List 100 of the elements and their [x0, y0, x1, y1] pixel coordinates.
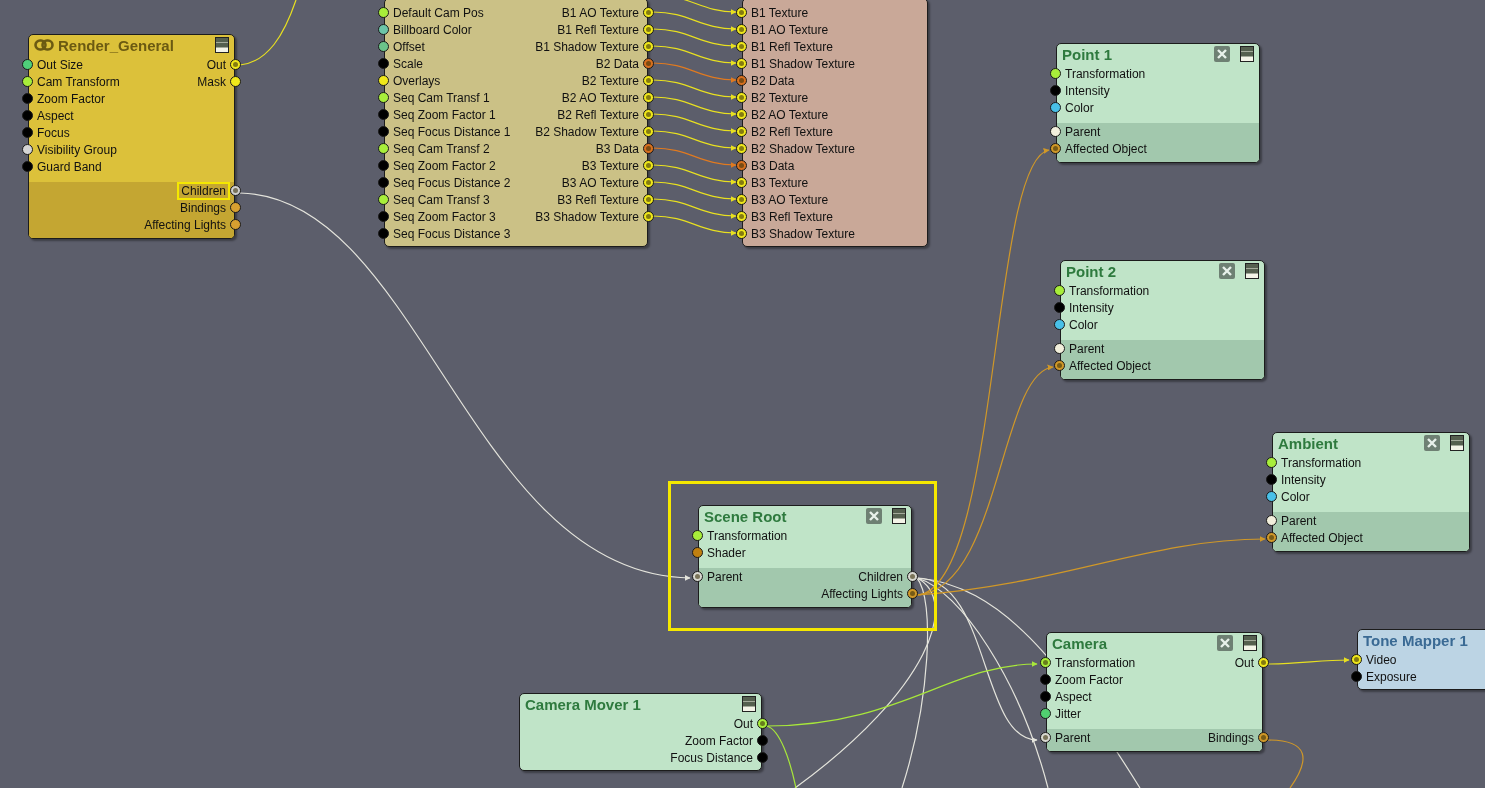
close-button[interactable] — [1424, 435, 1440, 451]
port-dot[interactable] — [22, 127, 33, 138]
port-dot[interactable] — [1050, 126, 1061, 137]
port-dot[interactable] — [643, 92, 654, 103]
port-dot[interactable] — [1266, 532, 1277, 543]
port-dot[interactable] — [1266, 515, 1277, 526]
port-dot[interactable] — [378, 211, 389, 222]
port-dot[interactable] — [643, 126, 654, 137]
port-dot[interactable] — [22, 93, 33, 104]
node-card[interactable] — [742, 0, 928, 247]
node-card[interactable] — [384, 0, 648, 247]
menu-icon[interactable] — [742, 696, 756, 712]
close-button[interactable] — [1219, 263, 1235, 279]
port-dot[interactable] — [643, 24, 654, 35]
port-dot[interactable] — [643, 58, 654, 69]
port-dot[interactable] — [230, 219, 241, 230]
close-button[interactable] — [1217, 635, 1233, 651]
port-dot[interactable] — [1266, 491, 1277, 502]
port-dot[interactable] — [907, 571, 918, 582]
port-dot[interactable] — [757, 735, 768, 746]
port-dot[interactable] — [378, 143, 389, 154]
port-dot[interactable] — [1050, 68, 1061, 79]
port-dot[interactable] — [22, 76, 33, 87]
port-dot[interactable] — [1054, 360, 1065, 371]
port-dot[interactable] — [230, 76, 241, 87]
port-dot[interactable] — [1040, 674, 1051, 685]
port-dot[interactable] — [378, 92, 389, 103]
port-dot[interactable] — [692, 547, 703, 558]
port-dot[interactable] — [22, 144, 33, 155]
node-card[interactable] — [1357, 629, 1485, 690]
port-dot[interactable] — [1054, 319, 1065, 330]
port-dot[interactable] — [643, 177, 654, 188]
port-dot[interactable] — [22, 161, 33, 172]
port-dot[interactable] — [692, 571, 703, 582]
close-button[interactable] — [866, 508, 882, 524]
close-button[interactable] — [1214, 46, 1230, 62]
port-dot[interactable] — [1050, 143, 1061, 154]
port-dot[interactable] — [736, 7, 747, 18]
port-dot[interactable] — [643, 194, 654, 205]
port-dot[interactable] — [736, 109, 747, 120]
port-dot[interactable] — [736, 75, 747, 86]
port-dot[interactable] — [230, 185, 241, 196]
port-dot[interactable] — [643, 160, 654, 171]
port-dot[interactable] — [1351, 654, 1362, 665]
menu-icon[interactable] — [1245, 263, 1259, 279]
port-dot[interactable] — [736, 177, 747, 188]
menu-icon[interactable] — [892, 508, 906, 524]
port-dot[interactable] — [378, 24, 389, 35]
port-dot[interactable] — [378, 228, 389, 239]
port-dot[interactable] — [736, 160, 747, 171]
port-dot[interactable] — [378, 109, 389, 120]
port-dot[interactable] — [1351, 671, 1362, 682]
port-dot[interactable] — [1258, 657, 1269, 668]
port-dot[interactable] — [230, 202, 241, 213]
port-dot[interactable] — [1040, 691, 1051, 702]
port-dot[interactable] — [736, 41, 747, 52]
port-dot[interactable] — [736, 126, 747, 137]
menu-icon[interactable] — [215, 37, 229, 53]
port-dot[interactable] — [1266, 457, 1277, 468]
port-dot[interactable] — [378, 126, 389, 137]
port-dot[interactable] — [378, 41, 389, 52]
port-dot[interactable] — [643, 75, 654, 86]
port-dot[interactable] — [1258, 732, 1269, 743]
port-dot[interactable] — [757, 718, 768, 729]
port-dot[interactable] — [643, 109, 654, 120]
port-dot[interactable] — [757, 752, 768, 763]
port-dot[interactable] — [230, 59, 241, 70]
port-dot[interactable] — [643, 41, 654, 52]
port-dot[interactable] — [22, 59, 33, 70]
port-dot[interactable] — [907, 588, 918, 599]
port-dot[interactable] — [1054, 285, 1065, 296]
port-dot[interactable] — [1040, 657, 1051, 668]
menu-icon[interactable] — [1450, 435, 1464, 451]
port-dot[interactable] — [378, 177, 389, 188]
port-dot[interactable] — [1040, 708, 1051, 719]
port-dot[interactable] — [378, 75, 389, 86]
port-dot[interactable] — [736, 228, 747, 239]
port-dot[interactable] — [736, 24, 747, 35]
node-card[interactable] — [519, 693, 762, 771]
port-dot[interactable] — [643, 143, 654, 154]
port-dot[interactable] — [692, 530, 703, 541]
port-dot[interactable] — [643, 211, 654, 222]
menu-icon[interactable] — [1243, 635, 1257, 651]
menu-icon[interactable] — [1240, 46, 1254, 62]
port-dot[interactable] — [22, 110, 33, 121]
port-dot[interactable] — [378, 194, 389, 205]
port-dot[interactable] — [736, 211, 747, 222]
port-dot[interactable] — [378, 58, 389, 69]
port-dot[interactable] — [1266, 474, 1277, 485]
port-dot[interactable] — [1054, 343, 1065, 354]
port-dot[interactable] — [1050, 102, 1061, 113]
port-dot[interactable] — [1040, 732, 1051, 743]
port-dot[interactable] — [736, 143, 747, 154]
port-dot[interactable] — [1050, 85, 1061, 96]
port-dot[interactable] — [643, 7, 654, 18]
port-dot[interactable] — [736, 194, 747, 205]
port-dot[interactable] — [736, 92, 747, 103]
port-dot[interactable] — [1054, 302, 1065, 313]
port-dot[interactable] — [736, 58, 747, 69]
port-dot[interactable] — [378, 160, 389, 171]
